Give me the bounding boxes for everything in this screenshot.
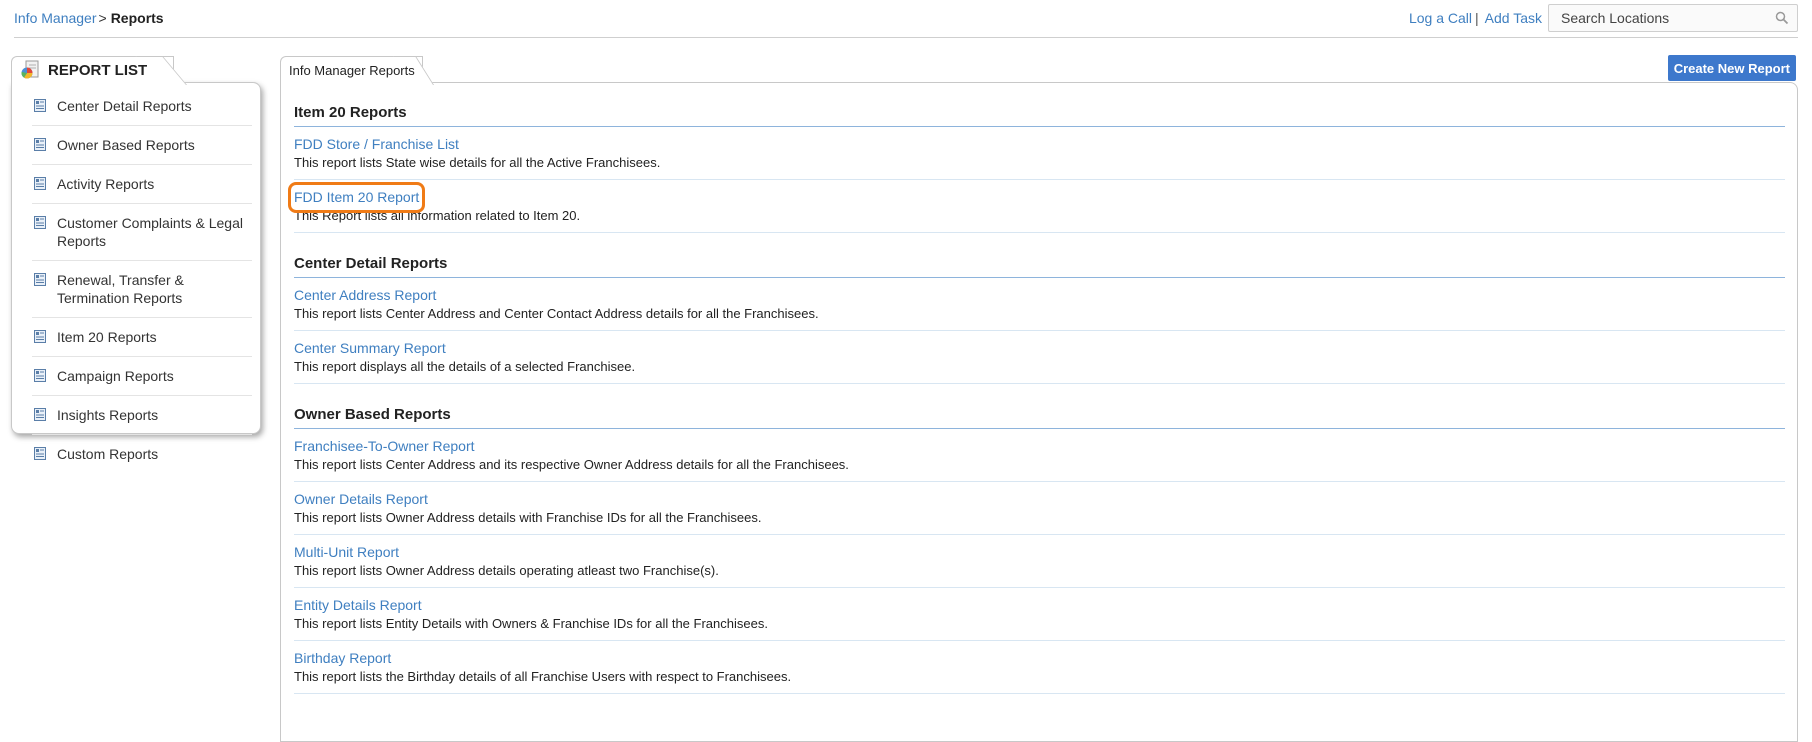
report-link[interactable]: Center Summary Report <box>294 339 446 358</box>
report-entry: FDD Item 20 Report This Report lists all … <box>287 180 1785 233</box>
report-link[interactable]: FDD Store / Franchise List <box>294 135 459 154</box>
report-list-panel: Center Detail Reports Owner Based Reports… <box>11 82 261 462</box>
search-box <box>1548 4 1798 32</box>
report-document-icon <box>34 273 46 286</box>
search-icon[interactable] <box>1775 11 1789 25</box>
report-link[interactable]: Multi-Unit Report <box>294 543 399 562</box>
report-description: This report lists Center Address and its… <box>294 457 849 472</box>
report-list-item-label[interactable]: Item 20 Reports <box>57 328 157 346</box>
report-list-item[interactable]: Owner Based Reports <box>32 126 252 165</box>
report-entry: Birthday Report This report lists the Bir… <box>294 641 1785 694</box>
report-list-item-label[interactable]: Campaign Reports <box>57 367 174 385</box>
report-list-item-label[interactable]: Custom Reports <box>57 445 158 463</box>
report-entry: FDD Store / Franchise List This report li… <box>294 127 1785 180</box>
report-entry: Center Address Report This report lists C… <box>294 278 1785 331</box>
report-list-item[interactable]: Center Detail Reports <box>32 87 252 126</box>
section-heading: Item 20 Reports <box>294 83 1785 127</box>
report-list-item-label[interactable]: Renewal, Transfer & Termination Reports <box>57 271 252 307</box>
report-list-item-label[interactable]: Customer Complaints & Legal Reports <box>57 214 252 250</box>
log-call-link[interactable]: Log a Call <box>1409 10 1472 26</box>
report-document-icon <box>34 447 46 460</box>
report-list-item[interactable]: Custom Reports <box>32 435 252 473</box>
report-description: This Report lists all information relate… <box>294 208 581 223</box>
report-list-title: REPORT LIST <box>48 61 148 79</box>
report-description: This report lists Center Address and Cen… <box>294 306 819 321</box>
report-list-tab: REPORT LIST <box>11 56 174 83</box>
report-document-icon <box>34 138 46 151</box>
report-list-item-label[interactable]: Center Detail Reports <box>57 97 192 115</box>
report-link[interactable]: FDD Item 20 Report <box>287 182 426 213</box>
breadcrumb-current: Reports <box>110 10 164 26</box>
create-new-report-button[interactable]: Create New Report <box>1667 55 1796 81</box>
report-description: This report displays all the details of … <box>294 359 636 374</box>
report-section: Item 20 Reports FDD Store / Franchise Lis… <box>287 83 1785 233</box>
report-link[interactable]: Birthday Report <box>294 649 391 668</box>
report-list-item[interactable]: Insights Reports <box>32 396 252 435</box>
search-locations-input[interactable] <box>1561 10 1775 26</box>
report-document-icon <box>34 99 46 112</box>
info-manager-reports-tab[interactable]: Info Manager Reports <box>280 56 423 83</box>
breadcrumb-info-manager-link[interactable]: Info Manager <box>14 10 97 26</box>
report-sections: Item 20 Reports FDD Store / Franchise Lis… <box>287 83 1785 694</box>
breadcrumb-separator: > <box>98 10 107 26</box>
report-document-icon <box>34 330 46 343</box>
main-tab-title: Info Manager Reports <box>289 62 415 78</box>
report-section: Owner Based Reports Franchisee-To-Owner R… <box>294 384 1785 694</box>
report-link[interactable]: Franchisee-To-Owner Report <box>294 437 475 456</box>
report-description: This report lists Entity Details with Ow… <box>294 616 768 631</box>
reports-content-panel: Item 20 Reports FDD Store / Franchise Lis… <box>280 82 1798 742</box>
report-list-item-label[interactable]: Owner Based Reports <box>57 136 195 154</box>
report-list-item[interactable]: Item 20 Reports <box>32 318 252 357</box>
top-actions: Log a Call | Add Task <box>1409 4 1798 32</box>
report-list-item[interactable]: Campaign Reports <box>32 357 252 396</box>
report-description: This report lists the Birthday details o… <box>294 669 792 684</box>
report-entry: Entity Details Report This report lists E… <box>294 588 1785 641</box>
pie-chart-icon <box>21 60 39 79</box>
report-document-icon <box>34 177 46 190</box>
report-link[interactable]: Owner Details Report <box>294 490 428 509</box>
report-list-item[interactable]: Renewal, Transfer & Termination Reports <box>32 261 252 318</box>
breadcrumb: Info Manager > Reports <box>14 10 164 26</box>
report-list-item-label[interactable]: Insights Reports <box>57 406 158 424</box>
report-link[interactable]: Entity Details Report <box>294 596 422 615</box>
report-entry: Multi-Unit Report This report lists Owner… <box>294 535 1785 588</box>
report-document-icon <box>34 408 46 421</box>
add-task-link[interactable]: Add Task <box>1485 10 1542 26</box>
report-document-icon <box>34 216 46 229</box>
action-separator: | <box>1475 10 1479 26</box>
report-entry: Franchisee-To-Owner Report This report li… <box>294 429 1785 482</box>
section-heading: Center Detail Reports <box>294 233 1785 278</box>
report-description: This report lists State wise details for… <box>294 155 661 170</box>
report-document-icon <box>34 369 46 382</box>
report-list-item-label[interactable]: Activity Reports <box>57 175 154 193</box>
report-list: Center Detail Reports Owner Based Reports… <box>32 87 252 473</box>
report-description: This report lists Owner Address details … <box>294 563 719 578</box>
report-entry: Center Summary Report This report display… <box>294 331 1785 384</box>
report-list-item[interactable]: Activity Reports <box>32 165 252 204</box>
section-heading: Owner Based Reports <box>294 384 1785 429</box>
report-link[interactable]: Center Address Report <box>294 286 436 305</box>
report-entry: Owner Details Report This report lists Ow… <box>294 482 1785 535</box>
report-list-item[interactable]: Customer Complaints & Legal Reports <box>32 204 252 261</box>
report-section: Center Detail Reports Center Address Repo… <box>294 233 1785 384</box>
top-bar: Info Manager > Reports Log a Call | Add Ta… <box>14 0 1798 38</box>
report-description: This report lists Owner Address details … <box>294 510 762 525</box>
